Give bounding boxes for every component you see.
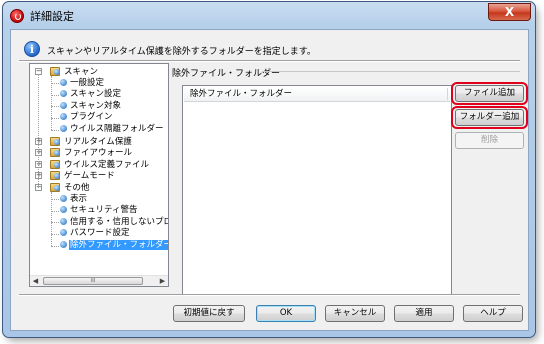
delete-button[interactable]: 削除	[455, 132, 524, 149]
tree-item-label: ウイルス定義ファイル	[64, 159, 150, 170]
folder-shield-icon	[50, 66, 61, 76]
title-bar[interactable]: 詳細設定 X	[3, 2, 535, 28]
folder-shield-icon	[50, 147, 61, 158]
tree-item-label: その他	[64, 183, 90, 193]
tree-connector	[51, 192, 52, 246]
tree-group[interactable]: − その他	[35, 182, 91, 193]
tree-group[interactable]: + リアルタイム保護	[35, 136, 133, 147]
tree-item-label: スキャン対象	[70, 100, 122, 111]
settings-tree[interactable]: ◀ III ▶ − スキャン 一般設定 スキャン設定 スキャン対象 プラグイン ウイルス隔離…	[29, 63, 169, 287]
top-divider	[19, 60, 520, 62]
window-title: 詳細設定	[30, 10, 74, 23]
section-title: 除外ファイル・フォルダー	[172, 69, 281, 79]
tree-connector	[38, 75, 39, 188]
scroll-right-icon[interactable]: ▶	[157, 276, 168, 286]
tree-group[interactable]: + ファイアウォール	[35, 147, 133, 159]
add-file-button[interactable]: ファイル追加	[455, 85, 524, 102]
tree-connector	[51, 117, 59, 119]
dialog-body: i スキャンやリアルタイム保護を除外するフォルダーを指定します。 ◀ III ▶…	[10, 29, 529, 331]
tree-connector	[51, 129, 59, 131]
info-icon: i	[24, 41, 40, 57]
add-folder-button[interactable]: フォルダー追加	[455, 109, 524, 126]
excluded-list[interactable]: 除外ファイル・フォルダー	[182, 85, 452, 295]
app-icon	[10, 9, 24, 23]
setting-node-icon	[60, 125, 67, 132]
apply-button[interactable]: 適用	[394, 305, 454, 322]
tree-connector	[51, 106, 59, 108]
tree-connector	[51, 199, 59, 201]
tree-connector	[51, 83, 59, 85]
tree-connector	[51, 245, 59, 247]
tree-group[interactable]: + ゲームモード	[35, 170, 116, 182]
tree-item-label: セキュリティ警告	[70, 205, 138, 216]
section-divider	[262, 71, 520, 72]
tree-item[interactable]: パスワード設定	[60, 228, 131, 239]
tree-item[interactable]: スキャン対象	[60, 101, 122, 112]
collapse-icon[interactable]: −	[35, 68, 42, 75]
setting-node-icon	[60, 229, 67, 237]
tree-item[interactable]: 信用する・信用しないプロ	[60, 216, 169, 228]
folder-shield-icon	[50, 182, 61, 192]
tree-connector	[51, 222, 59, 224]
tree-connector	[51, 210, 59, 212]
reset-defaults-button[interactable]: 初期値に戻す	[173, 305, 245, 322]
tree-item-label: ウイルス隔離フォルダー	[70, 124, 164, 134]
folder-shield-icon	[50, 136, 61, 146]
scroll-left-icon[interactable]: ◀	[30, 276, 41, 286]
tree-item-label: プラグイン	[70, 112, 113, 123]
setting-node-icon	[60, 78, 67, 86]
tree-item[interactable]: ウイルス隔離フォルダー	[60, 124, 165, 135]
setting-node-icon	[60, 101, 67, 109]
tree-horizontal-scrollbar[interactable]: ◀ III ▶	[30, 275, 168, 286]
help-button[interactable]: ヘルプ	[463, 305, 523, 322]
tree-item-label: ゲームモード	[64, 171, 115, 182]
tree-connector	[51, 233, 59, 235]
tree-item[interactable]: 除外ファイル・フォルダー	[60, 240, 168, 251]
setting-node-icon	[60, 113, 67, 121]
scroll-thumb[interactable]: III	[43, 277, 143, 285]
tree-connector	[51, 76, 52, 130]
tree-item[interactable]: セキュリティ警告	[60, 205, 139, 216]
tree-group[interactable]: + ウイルス定義ファイル	[35, 159, 150, 170]
tree-item-label: スキャン	[64, 67, 99, 77]
setting-node-icon	[60, 90, 67, 98]
list-column-header[interactable]: 除外ファイル・フォルダー	[184, 87, 450, 102]
tree-item-label: 除外ファイル・フォルダー	[69, 240, 168, 250]
tree-item-label: パスワード設定	[70, 228, 130, 239]
tree-item[interactable]: スキャン設定	[60, 89, 122, 100]
folder-shield-icon	[50, 159, 61, 169]
tree-item-label: 一般設定	[70, 77, 105, 88]
setting-node-icon	[60, 217, 67, 225]
tree-item-label: 表示	[70, 193, 88, 204]
ok-button[interactable]: OK	[256, 305, 316, 322]
tree-item-label: ファイアウォール	[64, 148, 133, 159]
tree-item[interactable]: 表示	[60, 194, 88, 205]
tree-item[interactable]: プラグイン	[60, 112, 114, 123]
tree-group[interactable]: − スキャン	[35, 66, 99, 77]
tree-item[interactable]: 一般設定	[60, 78, 105, 89]
info-message: スキャンやリアルタイム保護を除外するフォルダーを指定します。	[47, 47, 316, 57]
setting-node-icon	[60, 206, 67, 214]
tree-connector	[51, 94, 59, 96]
setting-node-icon	[60, 241, 67, 248]
close-button[interactable]: X	[488, 3, 531, 21]
tree-item-label: 信用する・信用しないプロ	[70, 216, 169, 227]
settings-dialog: 詳細設定 X i スキャンやリアルタイム保護を除外するフォルダーを指定します。 …	[2, 1, 536, 338]
tree-item-label: スキャン設定	[70, 89, 122, 100]
setting-node-icon	[60, 194, 67, 202]
tree-item-label: リアルタイム保護	[64, 136, 132, 147]
folder-shield-icon	[50, 170, 61, 181]
bottom-divider	[19, 294, 520, 296]
cancel-button[interactable]: キャンセル	[325, 305, 385, 322]
